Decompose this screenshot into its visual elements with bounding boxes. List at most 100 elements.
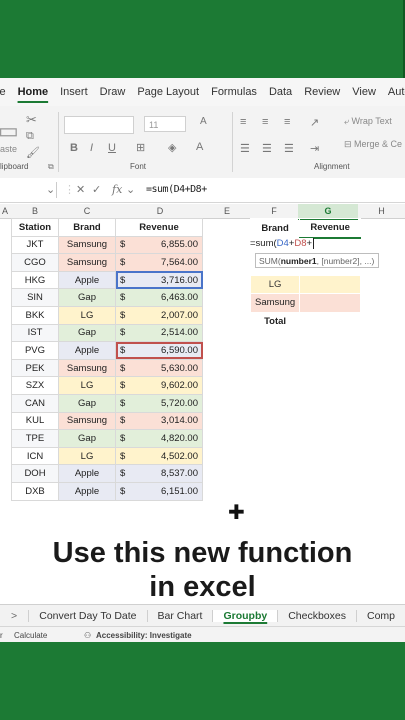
indent-icon[interactable]: ⇥ — [310, 142, 319, 155]
summary-header-revenue[interactable]: Revenue — [299, 218, 362, 239]
function-tooltip[interactable]: SUM(number1, [number2], ...) — [255, 253, 379, 268]
header-station[interactable]: Station — [11, 218, 59, 237]
menu-formulas[interactable]: Formulas — [205, 86, 263, 98]
revenue-cell[interactable]: $3,716.00 — [115, 270, 203, 290]
bold-icon[interactable]: B — [70, 142, 78, 154]
accessibility-status[interactable]: Accessibility: Investigate — [96, 631, 192, 640]
format-painter-icon[interactable]: 🖌 — [26, 146, 40, 159]
menu-review[interactable]: Review — [298, 86, 346, 98]
revenue-cell[interactable]: $4,820.00 — [115, 429, 203, 448]
menu-page-layout[interactable]: Page Layout — [131, 86, 205, 98]
menu-data[interactable]: Data — [263, 86, 298, 98]
brand-cell[interactable]: LG — [58, 376, 116, 395]
cancel-icon[interactable]: ✕ — [76, 183, 85, 196]
revenue-cell[interactable]: $7,564.00 — [115, 253, 203, 272]
header-brand[interactable]: Brand — [58, 218, 116, 237]
tab-comp[interactable]: Comp — [355, 610, 405, 622]
font-color-icon[interactable]: A — [196, 141, 203, 153]
brand-cell[interactable]: Apple — [58, 464, 116, 483]
station-cell[interactable]: HKG — [11, 270, 59, 290]
align-right-icon[interactable]: ☰ — [284, 142, 294, 155]
revenue-cell[interactable]: $6,590.00 — [115, 341, 203, 360]
next-sheet-icon[interactable]: > — [0, 610, 28, 622]
station-cell[interactable]: TPE — [11, 429, 59, 448]
brand-cell[interactable]: Gap — [58, 393, 116, 413]
chevron-down-icon[interactable]: ⌄ — [46, 183, 55, 196]
menu-autc[interactable]: Autc — [382, 86, 405, 98]
brand-cell[interactable]: Gap — [58, 323, 116, 343]
revenue-cell[interactable]: $8,537.00 — [115, 464, 203, 483]
menu-view[interactable]: View — [346, 86, 382, 98]
fill-color-icon[interactable]: ◈ — [168, 141, 176, 154]
font-name-box[interactable] — [64, 116, 134, 134]
brand-cell[interactable]: Apple — [58, 270, 116, 290]
station-cell[interactable]: CGO — [11, 253, 59, 272]
brand-cell[interactable]: Samsung — [58, 253, 116, 272]
column-header-e[interactable]: E — [204, 206, 250, 216]
header-revenue[interactable]: Revenue — [115, 218, 203, 237]
align-center-icon[interactable]: ☰ — [262, 142, 272, 155]
revenue-cell[interactable]: $2,514.00 — [115, 323, 203, 343]
summary-total-label[interactable]: Total — [249, 311, 301, 331]
align-left-icon[interactable]: ☰ — [240, 142, 250, 155]
station-cell[interactable]: IST — [11, 323, 59, 343]
revenue-cell[interactable]: $4,502.00 — [115, 446, 203, 466]
tab-bar-chart[interactable]: Bar Chart — [146, 610, 213, 622]
station-cell[interactable]: CAN — [11, 393, 59, 413]
tab-convert-day-to-date[interactable]: Convert Day To Date — [28, 610, 146, 622]
brand-cell[interactable]: Samsung — [58, 358, 116, 378]
menu-le[interactable]: le — [0, 86, 12, 98]
station-cell[interactable]: PVG — [11, 341, 59, 360]
align-middle-icon[interactable]: ≡ — [262, 116, 268, 128]
summary-value-cell[interactable] — [299, 293, 362, 313]
column-header-f[interactable]: F — [250, 206, 298, 216]
tab-groupby[interactable]: Groupby — [212, 610, 278, 622]
column-header-d[interactable]: D — [116, 206, 204, 216]
station-cell[interactable]: SZX — [11, 376, 59, 395]
increase-font-icon[interactable]: A — [200, 116, 207, 127]
cell-edit-formula[interactable]: =sum(D4+D8+ — [250, 238, 315, 249]
insert-function-icon[interactable]: fx — [112, 183, 122, 196]
brand-cell[interactable]: Apple — [58, 341, 116, 360]
revenue-cell[interactable]: $3,014.00 — [115, 411, 203, 431]
station-cell[interactable]: SIN — [11, 288, 59, 307]
brand-cell[interactable]: LG — [58, 446, 116, 466]
paste-icon[interactable]: ▭ — [0, 118, 19, 144]
borders-icon[interactable]: ⊞ — [136, 141, 145, 154]
revenue-cell[interactable]: $2,007.00 — [115, 305, 203, 325]
brand-cell[interactable]: LG — [58, 305, 116, 325]
brand-cell[interactable]: Gap — [58, 429, 116, 448]
summary-value-cell[interactable] — [299, 274, 362, 294]
station-cell[interactable]: KUL — [11, 411, 59, 431]
copy-icon[interactable]: ⧉ — [26, 130, 34, 143]
brand-cell[interactable]: Samsung — [58, 411, 116, 431]
align-top-icon[interactable]: ≡ — [240, 116, 246, 128]
revenue-cell[interactable]: $5,630.00 — [115, 358, 203, 378]
cut-icon[interactable]: ✂ — [26, 112, 37, 128]
summary-header-brand[interactable]: Brand — [249, 218, 301, 238]
station-cell[interactable]: DXB — [11, 481, 59, 501]
brand-cell[interactable]: Samsung — [58, 235, 116, 255]
summary-brand-lg[interactable]: LG — [249, 274, 301, 294]
column-header-c[interactable]: C — [58, 206, 116, 216]
brand-cell[interactable]: Apple — [58, 481, 116, 501]
brand-cell[interactable]: Gap — [58, 288, 116, 307]
station-cell[interactable]: JKT — [11, 235, 59, 255]
station-cell[interactable]: ICN — [11, 446, 59, 466]
calculate-button[interactable]: Calculate — [14, 631, 47, 640]
column-header-b[interactable]: B — [12, 206, 58, 216]
chevron-down-icon[interactable]: ⌄ — [126, 183, 135, 196]
station-cell[interactable]: DOH — [11, 464, 59, 483]
underline-icon[interactable]: U — [108, 142, 116, 154]
station-cell[interactable]: PEK — [11, 358, 59, 378]
revenue-cell[interactable]: $6,855.00 — [115, 235, 203, 255]
revenue-cell[interactable]: $9,602.00 — [115, 376, 203, 395]
revenue-cell[interactable]: $5,720.00 — [115, 393, 203, 413]
align-bottom-icon[interactable]: ≡ — [284, 116, 290, 128]
revenue-cell[interactable]: $6,463.00 — [115, 288, 203, 307]
column-header-a[interactable]: A — [0, 206, 10, 216]
menu-home[interactable]: Home — [12, 86, 55, 98]
enter-check-icon[interactable]: ✓ — [92, 183, 101, 196]
wrap-text-button[interactable]: ⤶ Wrap Text — [344, 116, 392, 127]
clipboard-launcher-icon[interactable]: ⧉ — [48, 162, 54, 172]
